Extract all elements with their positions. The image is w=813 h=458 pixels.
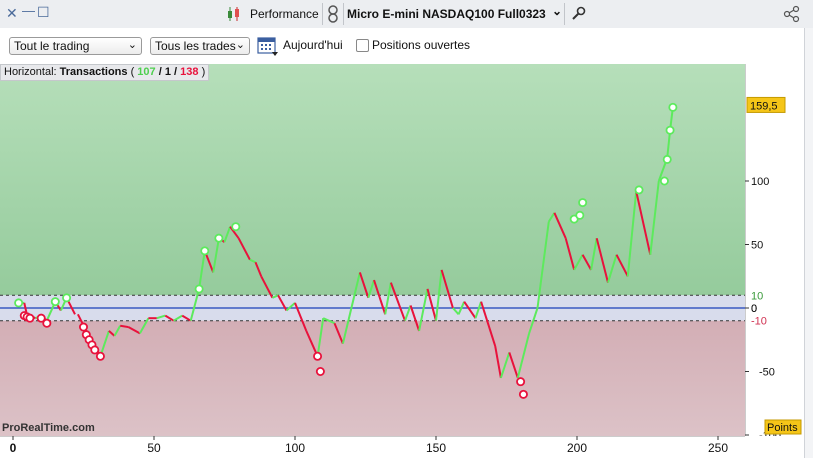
winning-trade-marker [214,233,224,243]
losing-trade-marker [95,351,105,361]
watermark: ProRealTime.com [2,422,95,434]
link-icon[interactable] [326,5,340,23]
header-slash: / [174,66,178,78]
instrument-name[interactable]: Micro E-mini NASDAQ100 Full0323 [347,7,546,21]
chevron-down-icon: ⌄ [235,39,245,51]
winning-trade-marker [659,176,669,186]
open-positions-label[interactable]: Positions ouvertes [372,38,470,52]
upper-threshold-label: 10 [751,290,763,302]
minimize-icon[interactable]: — [22,3,35,18]
maximize-icon[interactable]: ☐ [37,4,50,21]
losing-trade-marker [79,322,89,332]
scope-select-value: Tout le trading [14,39,90,53]
neutral-count: 1 [164,66,171,78]
equity-chart [0,64,745,436]
x-axis: 0 50 100 150 200 250 [0,436,813,458]
loss-zone [0,320,745,436]
winning-trade-marker [194,284,204,294]
losses-count: 138 [180,66,199,78]
title-bar: ✕ — ☐ Performance Micro E-mini NASDAQ100… [0,0,813,29]
losing-trade-marker [518,389,528,399]
scrollbar[interactable] [804,28,813,458]
winning-trade-marker [231,222,241,232]
x-tick-label: 150 [426,441,446,455]
winning-trade-marker [14,298,24,308]
losing-trade-marker [90,345,100,355]
winning-trade-marker [634,185,644,195]
winning-trade-marker [665,125,675,135]
winning-trade-marker [200,246,210,256]
wrench-icon[interactable] [570,6,586,22]
losing-trade-marker [25,313,35,323]
trades-select[interactable]: Tous les trades ⌄ [150,37,250,55]
x-tick-label: 50 [147,441,161,455]
x-tick-label: 0 [10,441,17,455]
losing-trade-marker [516,377,526,387]
y-tick-label: 50 [751,240,763,252]
winning-trade-marker [575,210,585,220]
separator [343,3,344,25]
winning-trade-marker [62,293,72,303]
winning-trade-marker [578,198,588,208]
losing-trade-marker [42,318,52,328]
header-title: Transactions [59,66,128,78]
y-tick-label: 100 [751,176,769,188]
header-open-paren: ( [130,66,135,78]
last-value-label: 159,5 [750,100,778,112]
separator [322,3,323,25]
zero-label: 0 [751,303,757,315]
winning-trade-marker [662,154,672,164]
x-tick-label: 100 [285,441,305,455]
toolbar: Tout le trading ⌄ Tous les trades ⌄ Aujo… [0,28,813,64]
winning-trade-marker [50,297,60,307]
losing-trade-marker [315,366,325,376]
y-tick-label: -50 [759,367,775,379]
y-axis: 100500-50-100100-10159,5Points [745,64,813,436]
winning-trade-marker [668,102,678,112]
chart-header: Horizontal: Transactions ( 107 / 1 / 138… [0,64,210,81]
profit-zone [0,64,745,296]
trades-select-value: Tous les trades [155,39,236,53]
today-label[interactable]: Aujourd'hui [283,38,343,52]
losing-trade-segment [120,324,129,329]
wins-count: 107 [137,66,156,78]
lower-threshold-label: -10 [751,316,767,328]
losing-trade-marker [313,351,323,361]
chevron-down-icon[interactable]: ⌄ [552,4,562,18]
chevron-down-icon: ⌄ [127,39,137,51]
candlestick-icon [228,7,239,21]
header-prefix: Horizontal: [4,66,57,78]
unit-label: Points [767,422,798,434]
close-icon[interactable]: ✕ [6,5,18,22]
scope-select[interactable]: Tout le trading ⌄ [9,37,142,55]
x-tick-label: 250 [708,441,728,455]
open-positions-checkbox[interactable] [356,39,369,52]
share-icon[interactable] [782,5,802,23]
separator [564,3,565,25]
x-tick-label: 200 [567,441,587,455]
tab-performance[interactable]: Performance [250,7,319,21]
background-zones [0,64,745,436]
calendar-icon[interactable] [257,35,279,57]
header-slash: / [158,66,162,78]
header-close-paren: ) [201,66,206,78]
